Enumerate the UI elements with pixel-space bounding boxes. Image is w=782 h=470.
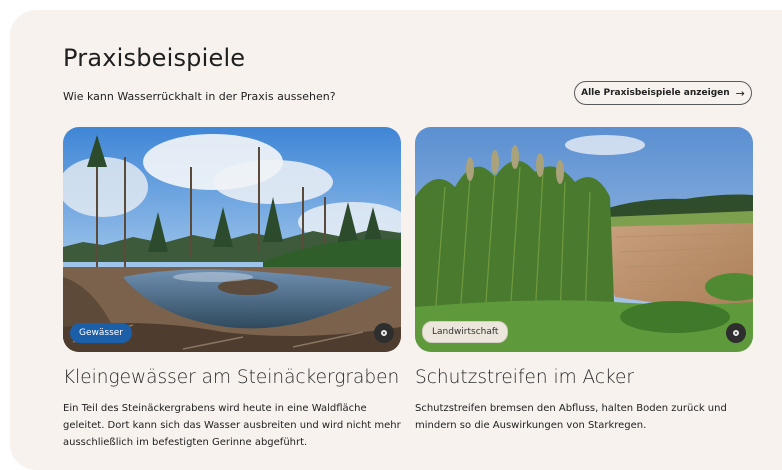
category-tag[interactable]: Landwirtschaft xyxy=(422,321,509,343)
pond-forest-image[interactable]: Gewässer xyxy=(63,127,401,352)
field-strip-image[interactable]: Landwirtschaft xyxy=(415,127,753,352)
expand-icon xyxy=(733,330,739,336)
card-description: Ein Teil des Steinäckergrabens wird heut… xyxy=(63,403,401,448)
image-expand-button[interactable] xyxy=(726,323,746,343)
example-card-kleingewaesser[interactable]: Gewässer Kleingewässer am Steinäckergrab… xyxy=(63,127,401,451)
pond-forest-photo xyxy=(63,127,401,352)
image-expand-button[interactable] xyxy=(374,323,394,343)
section-subtitle: Wie kann Wasserrückhalt in der Praxis au… xyxy=(63,90,336,103)
example-card-schutzstreifen[interactable]: Landwirtschaft Schutzstreifen im Acker S… xyxy=(415,127,753,434)
arrow-right-icon: → xyxy=(735,86,745,100)
expand-icon xyxy=(381,330,387,336)
show-all-label: Alle Praxisbeispiele anzeigen xyxy=(581,88,730,98)
field-strip-photo xyxy=(415,127,753,352)
card-title[interactable]: Schutzstreifen im Acker xyxy=(415,367,753,388)
show-all-examples-button[interactable]: Alle Praxisbeispiele anzeigen → xyxy=(574,81,752,105)
card-title[interactable]: Kleingewässer am Steinäckergraben xyxy=(63,367,401,388)
section-title: Praxisbeispiele xyxy=(63,44,246,72)
card-description: Schutzstreifen bremsen den Abfluss, halt… xyxy=(415,403,727,431)
category-tag[interactable]: Gewässer xyxy=(70,323,133,343)
praxisbeispiele-section: Praxisbeispiele Wie kann Wasserrückhalt … xyxy=(10,10,782,470)
